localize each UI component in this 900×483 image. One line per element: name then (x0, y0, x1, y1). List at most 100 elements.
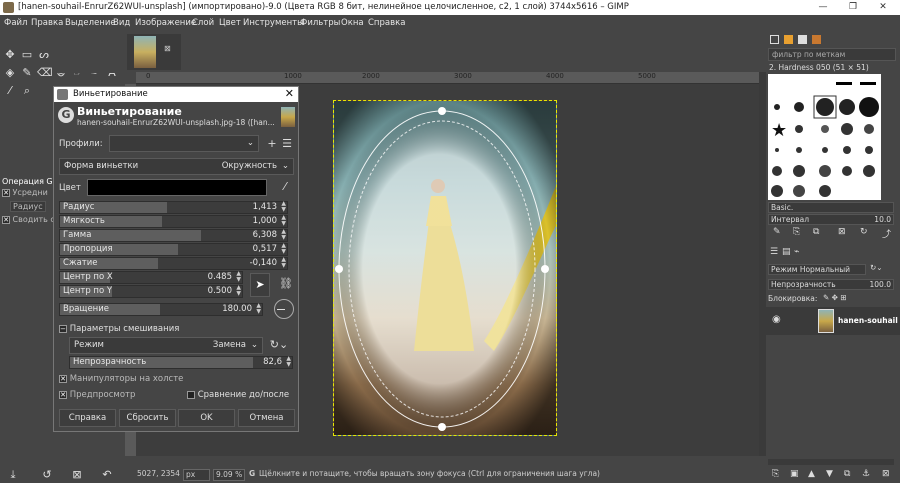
eraser-icon[interactable]: ⌫ (37, 66, 53, 80)
rect-select-icon[interactable]: ▭ (20, 48, 34, 62)
on-canvas-controls-checkbox[interactable]: ✕ Манипуляторы на холсте (59, 374, 183, 384)
maximize-button[interactable]: ❐ (838, 1, 868, 14)
proportion-slider[interactable]: Пропорция 0,517 ▲ ▼ (59, 243, 288, 256)
spin-arrows-icon[interactable]: ▲ ▼ (281, 201, 286, 213)
new-group-icon[interactable]: ▣ (790, 469, 799, 479)
lasso-icon[interactable]: ᔕ (37, 48, 51, 62)
blend-mode-select[interactable]: Режим Замена ⌄ (69, 337, 263, 354)
save-options-icon[interactable]: ⤓ (6, 468, 20, 482)
ok-button[interactable]: OK (178, 409, 235, 427)
menu-edit[interactable]: Правка (31, 18, 63, 28)
spin-arrows-icon[interactable]: ▲ ▼ (281, 229, 286, 241)
help-button[interactable]: Справка (59, 409, 116, 427)
lower-layer-icon[interactable]: ▼ (826, 469, 833, 479)
menu-select[interactable]: Выделение (65, 18, 116, 28)
spin-arrows-icon[interactable]: ▲ ▼ (236, 285, 241, 297)
layer-mode-select[interactable]: Режим Нормальный (768, 264, 866, 275)
visibility-eye-icon[interactable]: ◉ (772, 314, 781, 325)
softness-slider[interactable]: Мягкость 1,000 ▲ ▼ (59, 215, 288, 228)
channels-tab-icon[interactable]: ▤ (782, 247, 791, 257)
duplicate-brush-icon[interactable]: ⧉ (813, 227, 819, 237)
reset-options-icon[interactable]: ↶ (100, 468, 114, 482)
squeeze-slider[interactable]: Сжатие -0,140 ▲ ▼ (59, 257, 288, 270)
edit-brush-icon[interactable]: ✎ (773, 227, 781, 237)
chain-link-icon[interactable]: ⛓ (279, 277, 293, 291)
brush-grid[interactable]: ★ (768, 74, 881, 200)
spacing-slider[interactable]: Интервал 10.0 (768, 214, 894, 225)
split-view-checkbox[interactable]: Сравнение до/после (187, 390, 289, 400)
layer-opacity-slider[interactable]: Непрозрачность 100.0 (768, 279, 894, 290)
delete-layer-icon[interactable]: ⊠ (882, 469, 890, 479)
duplicate-layer-icon[interactable]: ⧉ (844, 469, 850, 479)
menu-layer[interactable]: Слой (192, 18, 214, 28)
menu-help[interactable]: Справка (368, 18, 405, 28)
spin-arrows-icon[interactable]: ▲ ▼ (281, 243, 286, 255)
fonts-tab-icon[interactable] (798, 35, 807, 44)
profile-menu-icon[interactable]: ☰ (281, 137, 293, 151)
minimize-button[interactable]: — (808, 1, 838, 14)
anchor-layer-icon[interactable]: ⚓ (862, 469, 870, 479)
color-picker-icon[interactable]: ⁄ (279, 180, 291, 194)
lock-pixels-icon[interactable]: ✎ ✥ ⊞ (823, 293, 847, 302)
zoom-icon[interactable]: ⌕ (20, 84, 34, 98)
spin-arrows-icon[interactable]: ▲ ▼ (236, 271, 241, 283)
close-button[interactable]: ✕ (868, 1, 898, 14)
delete-options-icon[interactable]: ⊠ (70, 468, 84, 482)
profiles-select[interactable]: ⌄ (109, 135, 259, 152)
color-picker-icon[interactable]: ⁄ (3, 84, 17, 98)
bucket-fill-icon[interactable]: ◈ (3, 66, 17, 80)
opacity-slider[interactable]: Непрозрачность 82,6 ▲ ▼ (69, 356, 293, 369)
restore-options-icon[interactable]: ↺ (40, 468, 54, 482)
shape-select[interactable]: Форма виньетки Окружность ⌄ (59, 158, 294, 175)
gamma-slider[interactable]: Гамма 6,308 ▲ ▼ (59, 229, 288, 242)
vertical-scrollbar[interactable] (759, 72, 766, 456)
spin-arrows-icon[interactable]: ▲ ▼ (281, 257, 286, 269)
layers-tab-icon[interactable]: ☰ (770, 247, 778, 257)
menu-view[interactable]: Вид (113, 18, 130, 28)
unit-select[interactable]: px (183, 469, 210, 481)
menu-file[interactable]: Файл (4, 18, 27, 28)
menu-filters[interactable]: Фильтры (300, 18, 340, 28)
spin-arrows-icon[interactable]: ▲ ▼ (286, 356, 291, 368)
composite-mode-icon[interactable]: ↻⌄ (269, 338, 289, 352)
cancel-button[interactable]: Отмена (238, 409, 295, 427)
radius-slider[interactable]: Радиус 1,413 ▲ ▼ (59, 201, 288, 214)
blend-section-toggle[interactable]: − Параметры смешивания (59, 324, 179, 334)
rotation-dial[interactable] (274, 299, 294, 319)
image-tab-close-icon[interactable]: ⊠ (164, 44, 171, 53)
center-x-slider[interactable]: Центр по X 0.485 ▲ ▼ (59, 271, 243, 284)
gradients-tab-icon[interactable] (812, 35, 821, 44)
center-y-slider[interactable]: Центр по Y 0.500 ▲ ▼ (59, 285, 243, 298)
paintbrush-icon[interactable]: ✎ (20, 66, 34, 80)
new-brush-icon[interactable]: ⎘ (793, 227, 800, 237)
patterns-tab-icon[interactable] (784, 35, 793, 44)
new-layer-icon[interactable]: ⎘ (772, 469, 779, 479)
menu-color[interactable]: Цвет (219, 18, 241, 28)
menu-windows[interactable]: Окна (341, 18, 364, 28)
layers-scrollbar[interactable] (768, 459, 894, 465)
reset-button[interactable]: Сбросить (119, 409, 176, 427)
layer-row[interactable]: ◉ hanen-souhail (766, 307, 900, 335)
brush-preset-select[interactable]: Basic. (768, 202, 894, 213)
zoom-select[interactable]: 9.09 % (213, 469, 245, 481)
move-tool-icon[interactable]: ✥ (3, 48, 17, 62)
delete-brush-icon[interactable]: ⊠ (838, 227, 846, 237)
add-profile-icon[interactable]: + (266, 137, 278, 151)
image-canvas[interactable] (333, 100, 557, 436)
refresh-brushes-icon[interactable]: ↻ (860, 227, 868, 237)
spin-arrows-icon[interactable]: ▲ ▼ (256, 303, 261, 315)
rotation-slider[interactable]: Вращение 180.00 ▲ ▼ (59, 303, 263, 316)
preview-checkbox[interactable]: ✕ Предпросмотр (59, 390, 135, 400)
brush-filter-input[interactable]: фильтр по меткам (768, 48, 896, 61)
tool-option-average[interactable]: ✕ Усредни (2, 188, 48, 197)
paths-tab-icon[interactable]: ⌁ (794, 247, 799, 257)
brushes-tab-icon[interactable] (770, 35, 779, 44)
tool-option-merge[interactable]: ✕ Сводить с (2, 215, 55, 224)
menu-tools[interactable]: Инструменты (243, 18, 304, 28)
tool-option-radius[interactable]: Радиус (10, 201, 46, 212)
raise-layer-icon[interactable]: ▲ (808, 469, 815, 479)
open-brush-icon[interactable]: ⤴ (882, 227, 891, 240)
dialog-close-icon[interactable]: ✕ (285, 87, 294, 100)
menu-image[interactable]: Изображение (135, 18, 196, 28)
layer-composite-icon[interactable]: ↻⌄ (870, 263, 883, 272)
